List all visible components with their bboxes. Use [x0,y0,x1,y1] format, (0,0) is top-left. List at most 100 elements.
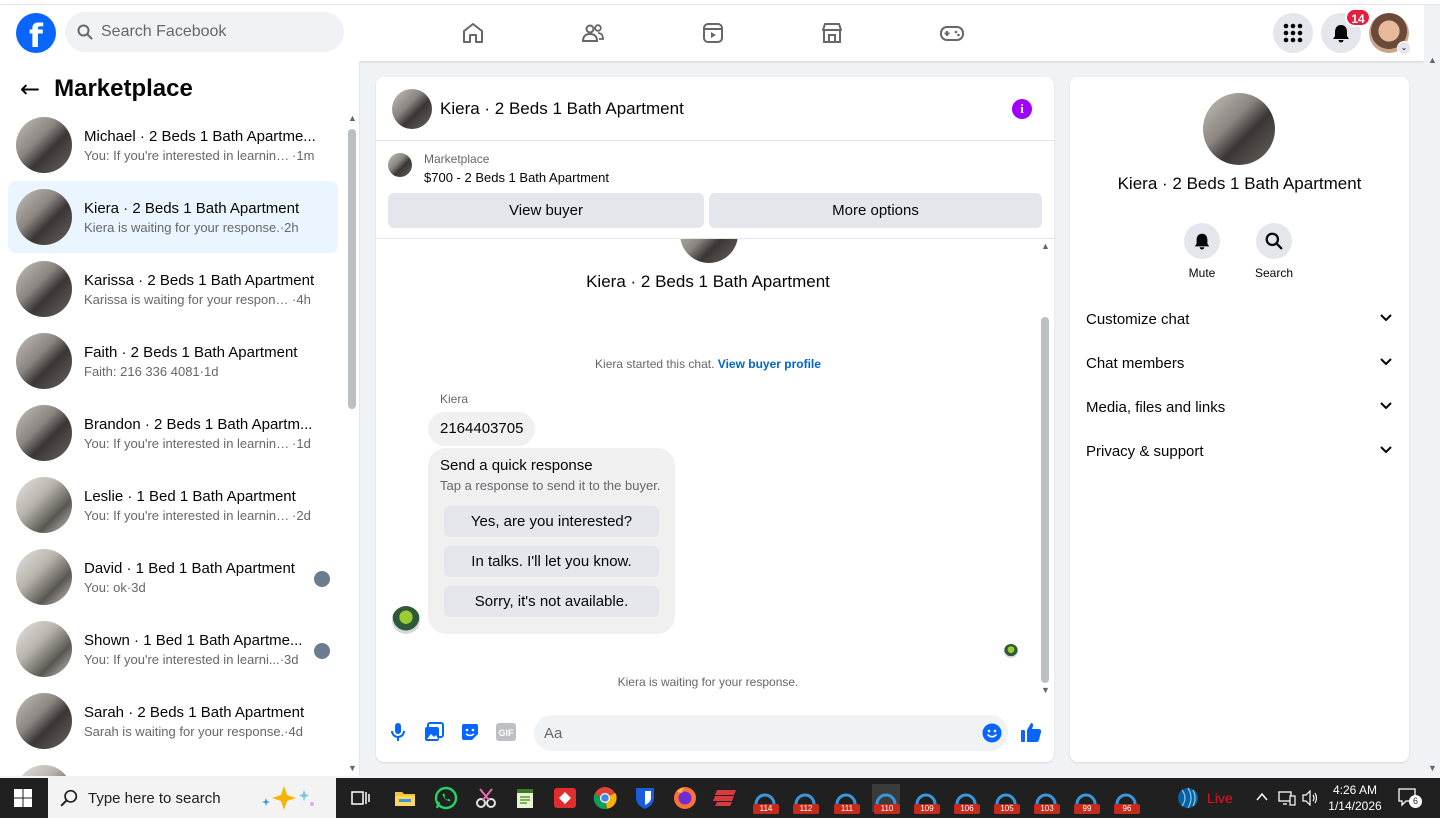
mute-action[interactable]: Mute [1172,223,1232,280]
emoji-icon[interactable] [980,721,1004,745]
quick-response-option[interactable]: In talks. I'll let you know. [444,546,659,577]
edge-profile-icon[interactable]: 111 [832,784,860,814]
chevron-down-icon[interactable] [1379,398,1393,416]
sticker-icon[interactable] [458,720,482,744]
scroll-up-arrow-icon[interactable]: ▲ [348,113,357,123]
edge-profile-icon[interactable]: 106 [952,784,980,814]
info-icon[interactable]: i [1012,99,1032,119]
edge-profile-icon[interactable]: 99 [1072,784,1100,814]
edge-profile-icon[interactable]: 109 [912,784,940,814]
edge-profile-icon[interactable]: 105 [992,784,1020,814]
bitwarden-icon[interactable] [631,784,659,812]
live-label[interactable]: Live [1207,790,1233,806]
scroll-down-arrow-icon[interactable]: ▼ [1428,763,1437,773]
chat-avatar[interactable] [392,88,432,129]
scroll-up-arrow-icon[interactable]: ▲ [1041,241,1050,251]
edge-profile-icon[interactable]: 96 [1112,784,1140,814]
firefox-icon[interactable] [671,784,699,812]
scroll-down-arrow-icon[interactable]: ▼ [1041,685,1050,695]
taskbar-search[interactable] [48,778,336,818]
taskbar-search-input[interactable] [88,789,258,807]
details-avatar[interactable] [1203,93,1275,165]
search-action[interactable]: Search [1244,223,1304,280]
conversation-time: 4h [296,291,311,307]
volume-icon[interactable] [1302,789,1320,809]
anydesk-icon[interactable] [551,784,579,812]
file-explorer-icon[interactable] [391,784,419,812]
edge-profile-icon[interactable]: 103 [1032,784,1060,814]
cricket-ball-icon[interactable] [1174,784,1202,812]
gaming-icon[interactable] [932,13,972,53]
search-box[interactable] [65,12,344,52]
chrome-icon[interactable] [591,784,619,812]
listing-thumbnail [16,333,72,389]
inbox-scrollbar[interactable]: ▲ ▼ [345,113,359,776]
thread-scrollbar[interactable]: ▲ ▼ [1038,241,1052,697]
view-buyer-profile-link[interactable]: View buyer profile [718,357,821,371]
network-icon[interactable] [1278,790,1296,809]
edge-profile-icon[interactable]: 110 [872,784,900,814]
sender-avatar[interactable] [392,606,420,634]
message-input-wrapper[interactable] [534,715,1008,751]
chat-title[interactable]: Kiera · 2 Beds 1 Bath Apartment [440,99,684,119]
media-files-links-row[interactable]: Media, files and links [1086,385,1393,429]
gif-icon[interactable]: GIF [494,720,518,744]
conversation-name: Kiera · 2 Beds 1 Bath Apartment [84,199,300,217]
conversation-item[interactable]: Angie · 1 Bed 1 Bath Apartment [8,757,338,776]
marketplace-icon[interactable] [812,13,852,53]
back-arrow-icon[interactable]: ← [20,75,40,103]
more-options-button[interactable]: More options [709,193,1042,228]
task-view-icon[interactable] [346,784,374,812]
snipping-tool-icon[interactable] [472,784,500,812]
whatsapp-icon[interactable] [432,784,460,812]
account-avatar[interactable]: ⌄ [1369,13,1411,55]
photo-icon[interactable] [422,720,446,744]
expressvpn-icon[interactable] [711,784,739,812]
chevron-down-icon[interactable] [1379,310,1393,328]
message-input[interactable] [544,715,964,751]
clock[interactable]: 4:26 AM 1/14/2026 [1326,782,1384,814]
conversation-item[interactable]: Karissa · 2 Beds 1 Bath Apartment Karissa… [8,253,338,325]
conversation-item[interactable]: Sarah · 2 Beds 1 Bath Apartment Sarah is … [8,685,338,757]
chat-members-row[interactable]: Chat members [1086,341,1393,385]
chevron-down-icon[interactable]: ⌄ [1397,41,1411,55]
conversation-item[interactable]: Leslie · 1 Bed 1 Bath Apartment You: If y… [8,469,338,541]
customize-chat-row[interactable]: Customize chat [1086,297,1393,341]
chevron-down-icon[interactable] [1379,442,1393,460]
message-bubble[interactable]: 2164403705 [428,412,536,446]
notification-center-icon[interactable]: 6 [1398,788,1422,811]
microphone-icon[interactable] [386,720,410,744]
edge-profile-icon[interactable]: 112 [791,784,819,814]
conversation-item[interactable]: Michael · 2 Beds 1 Bath Apartme... You: I… [8,109,338,181]
privacy-support-row[interactable]: Privacy & support [1086,429,1393,473]
conversation-name: Brandon · 2 Beds 1 Bath Apartm... [84,415,313,433]
view-buyer-button[interactable]: View buyer [388,193,704,228]
edge-profile-icon[interactable]: 114 [751,784,779,814]
video-icon[interactable] [693,13,733,53]
windows-start-icon[interactable] [14,789,32,807]
conversation-item[interactable]: Brandon · 2 Beds 1 Bath Apartm... You: If… [8,397,338,469]
notepad-icon[interactable] [511,784,539,812]
bell-icon[interactable] [1184,223,1220,259]
scroll-down-arrow-icon[interactable]: ▼ [348,763,357,773]
conversation-item[interactable]: David · 1 Bed 1 Bath Apartment You: ok · 3d [8,541,338,613]
home-icon[interactable] [453,13,493,53]
notification-badge: 14 [1345,8,1371,27]
quick-response-option[interactable]: Sorry, it's not available. [444,586,659,617]
like-thumb-icon[interactable] [1019,720,1043,744]
menu-grid-icon[interactable] [1273,13,1313,53]
scrollbar-thumb[interactable] [348,129,356,409]
scroll-up-arrow-icon[interactable]: ▲ [1428,55,1437,65]
search-icon[interactable] [1256,223,1292,259]
facebook-logo-icon[interactable]: f [16,13,56,53]
chevron-down-icon[interactable] [1379,354,1393,372]
page-scrollbar[interactable]: ▲ ▼ [1424,5,1440,776]
conversation-item[interactable]: Shown · 1 Bed 1 Bath Apartme... You: If y… [8,613,338,685]
friends-icon[interactable] [573,13,613,53]
scrollbar-thumb[interactable] [1041,317,1049,683]
conversation-item[interactable]: Kiera · 2 Beds 1 Bath Apartment Kiera is … [8,181,338,253]
quick-response-option[interactable]: Yes, are you interested? [444,506,659,537]
chevron-up-icon[interactable] [1256,790,1268,805]
search-input[interactable] [101,23,321,41]
conversation-item[interactable]: Faith · 2 Beds 1 Bath Apartment Faith: 21… [8,325,338,397]
